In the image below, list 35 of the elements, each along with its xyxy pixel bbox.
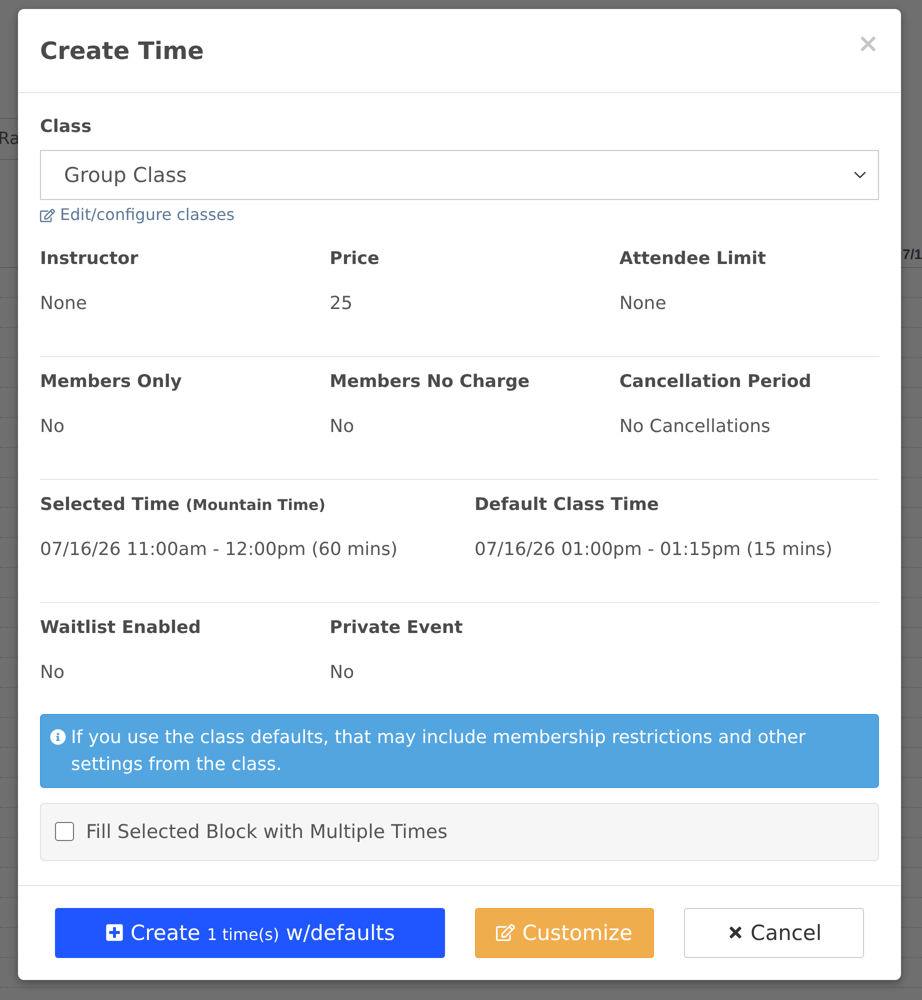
field-label: Class bbox=[40, 116, 92, 138]
field-value: 07/16/26 11:00am - 12:00pm (60 mins) bbox=[40, 538, 398, 560]
edit-icon bbox=[40, 208, 55, 222]
column-header-text: 7/1 bbox=[902, 244, 922, 262]
field-label: Private Event bbox=[330, 616, 464, 638]
create-button[interactable]: Create 1 time(s) w/defaults bbox=[55, 908, 444, 958]
field-value: 07/16/26 01:00pm - 01:15pm (15 mins) bbox=[474, 538, 834, 560]
edit-icon bbox=[496, 923, 516, 942]
field-label: Selected Time (Mountain Time) bbox=[40, 494, 327, 516]
dialog-title: Create Time bbox=[40, 36, 204, 66]
field-value: No Cancellations bbox=[619, 416, 772, 438]
field-value: No bbox=[40, 662, 66, 684]
class-select[interactable]: Group Class bbox=[40, 150, 879, 200]
info-icon bbox=[50, 728, 66, 744]
field-label: Instructor bbox=[40, 248, 140, 270]
field-label: Attendee Limit bbox=[619, 248, 768, 270]
field-value: No bbox=[330, 416, 356, 438]
field-label: Price bbox=[330, 248, 380, 270]
field-label: Default Class Time bbox=[474, 494, 660, 516]
close-icon bbox=[726, 924, 744, 941]
field-value: No bbox=[40, 416, 66, 438]
field-value: 25 bbox=[330, 292, 354, 314]
field-value: None bbox=[40, 292, 88, 314]
table-cell-text: Ra bbox=[0, 129, 20, 149]
cancel-button[interactable]: Cancel bbox=[684, 908, 864, 958]
field-label: Members Only bbox=[40, 370, 183, 392]
field-label: Waitlist Enabled bbox=[40, 616, 202, 638]
edit-classes-link[interactable]: Edit/configure classes bbox=[40, 205, 235, 225]
field-value: No bbox=[330, 662, 356, 684]
checkbox-label: Fill Selected Block with Multiple Times bbox=[86, 820, 448, 844]
field-value: None bbox=[619, 292, 668, 314]
checkbox[interactable] bbox=[55, 822, 74, 841]
field-label: Cancellation Period bbox=[619, 370, 812, 392]
field-label: Members No Charge bbox=[330, 370, 531, 392]
alert-text: If you use the class defaults, that may include membership restrictions and other settings from the class. bbox=[71, 726, 807, 776]
